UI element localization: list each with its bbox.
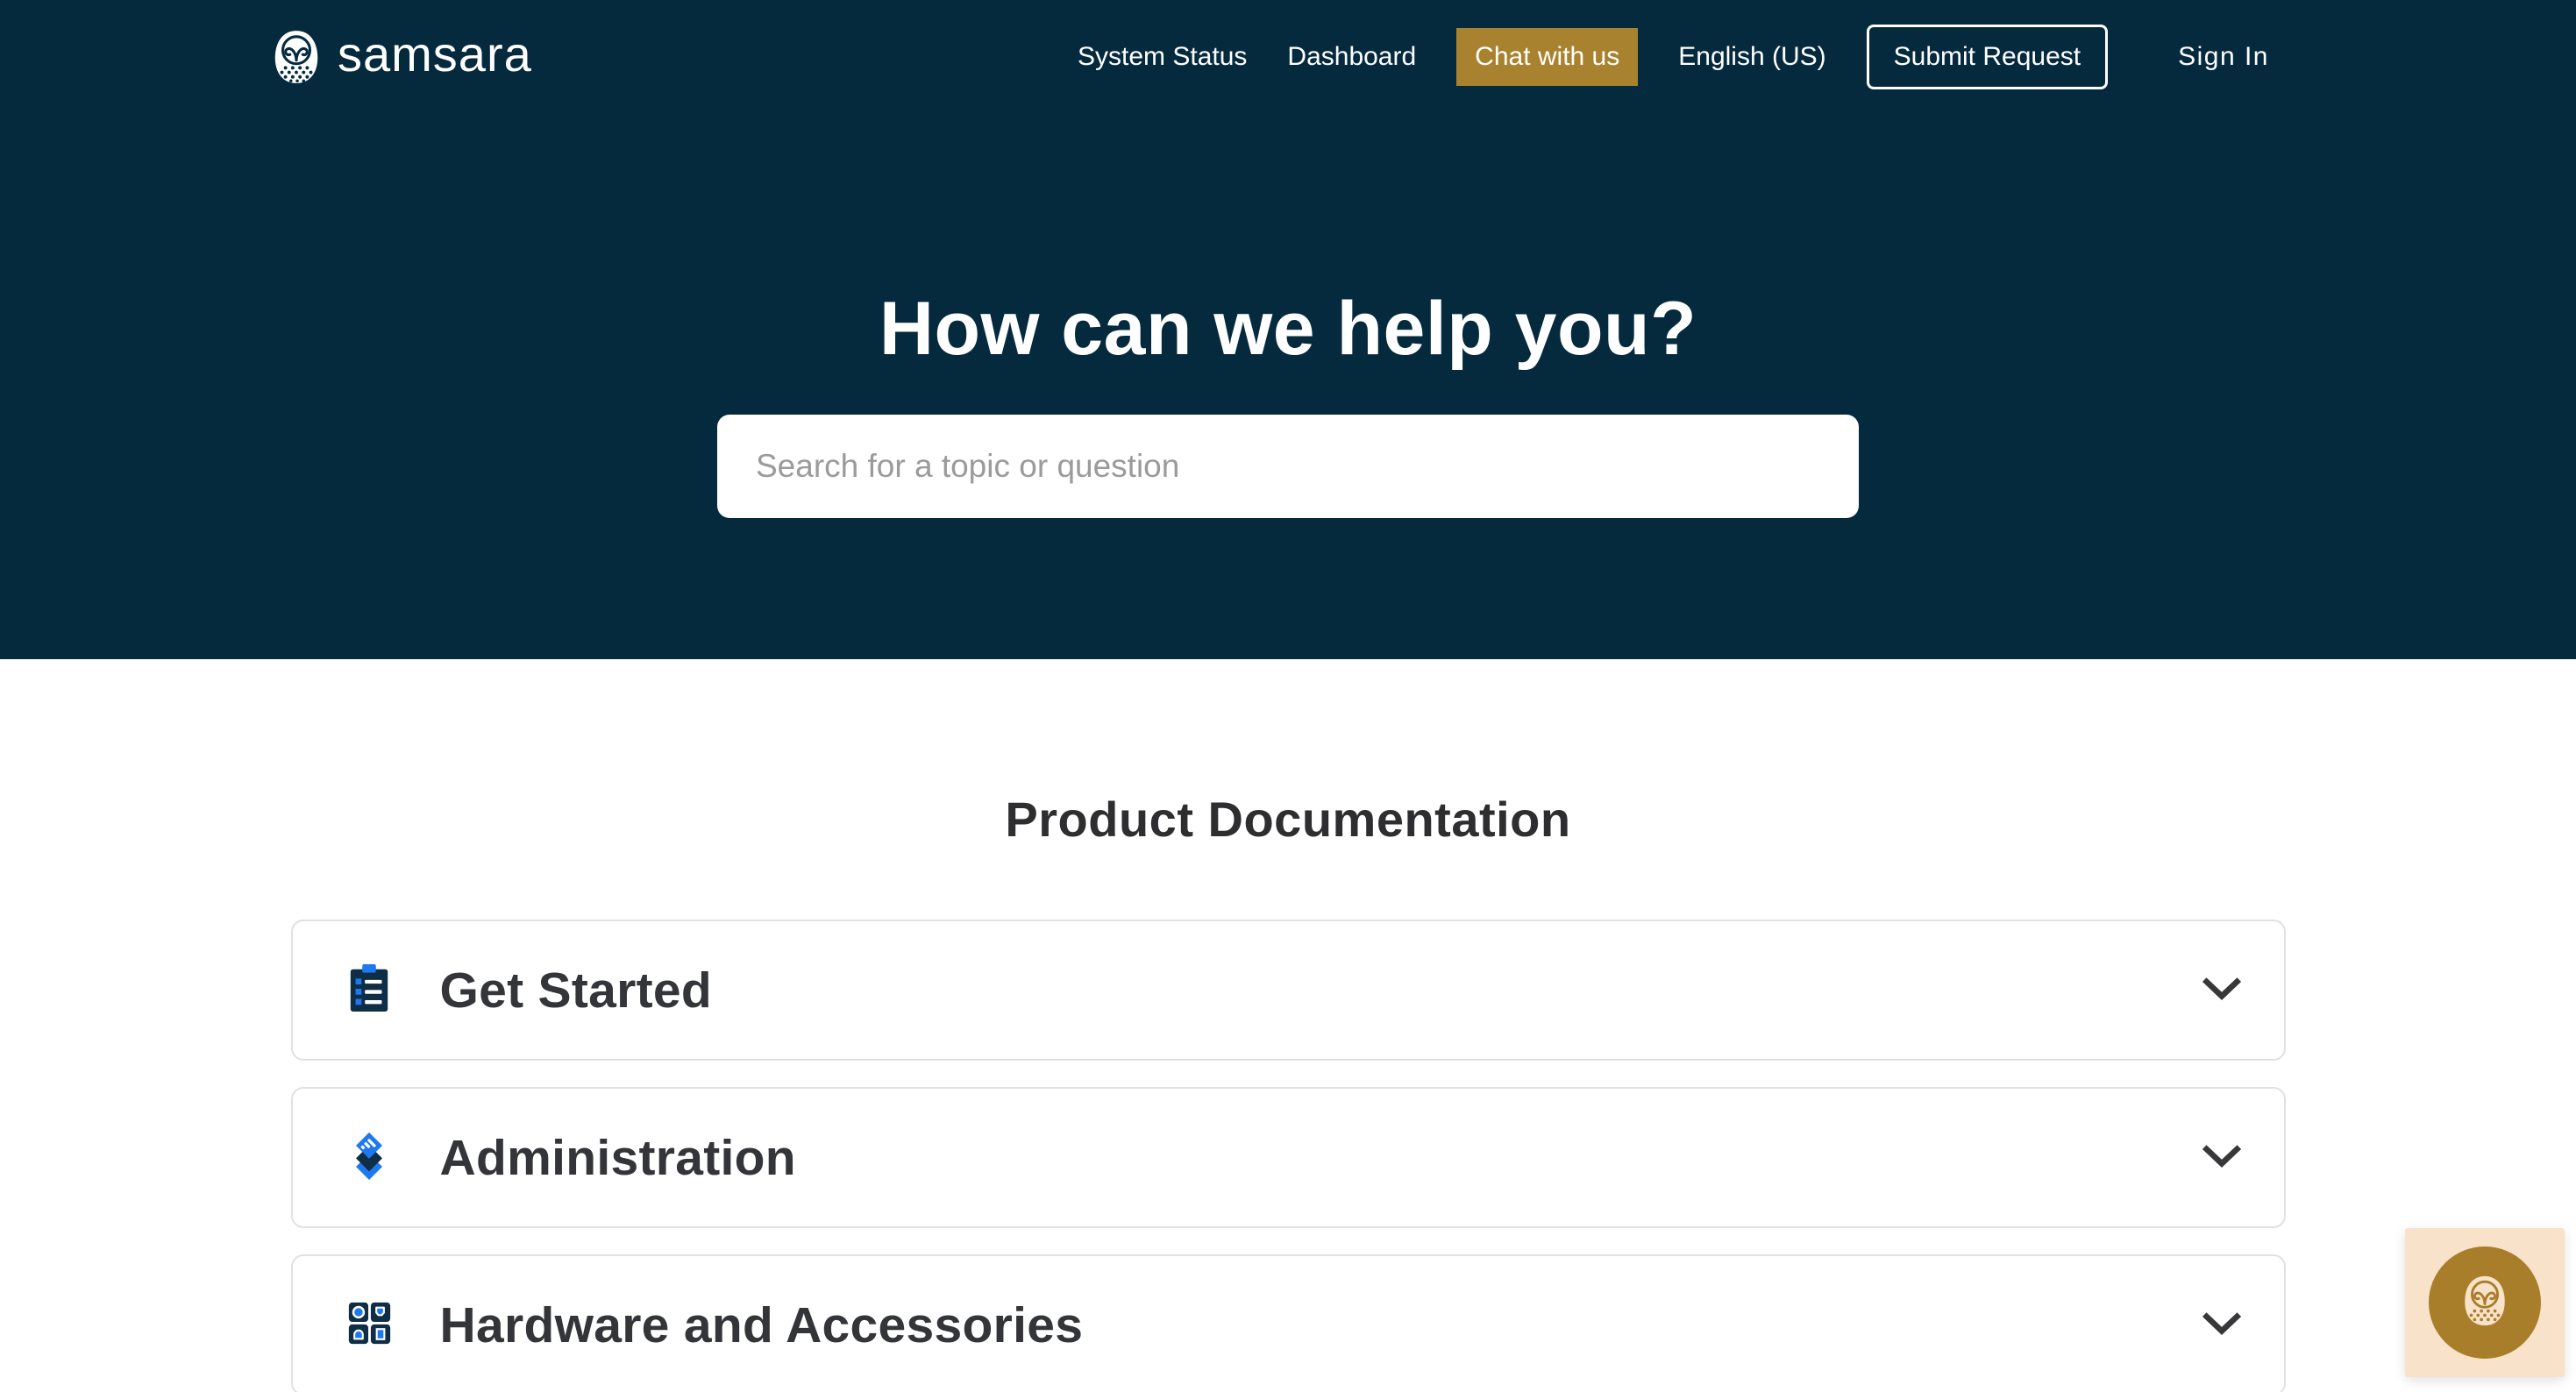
chat-launcher-circle [2429,1246,2541,1359]
search-input[interactable] [717,415,1859,518]
main-content: Product Documentation Get Started [0,791,2576,1392]
chat-launcher-button[interactable] [2405,1228,2565,1377]
chevron-down-icon [2200,1310,2244,1340]
chevron-down-icon [2200,975,2244,1005]
top-navigation: samsara System Status Dashboard Chat wit… [0,0,2576,114]
devices-grid-icon [345,1297,393,1353]
brand-wordmark: samsara [338,30,532,84]
nav-links: System Status Dashboard Chat with us Eng… [1078,25,2269,89]
samsara-owl-icon [267,27,325,87]
clipboard-checklist-icon [345,962,393,1018]
category-label: Hardware and Accessories [440,1296,1084,1354]
hero-section: samsara System Status Dashboard Chat wit… [0,0,2576,659]
nav-dashboard[interactable]: Dashboard [1287,42,1416,72]
category-card-hardware-accessories[interactable]: Hardware and Accessories [291,1254,2286,1392]
category-label: Get Started [440,962,713,1019]
nav-chat-with-us[interactable]: Chat with us [1456,28,1638,86]
sign-in-link[interactable]: Sign In [2178,42,2269,72]
nav-system-status[interactable]: System Status [1078,42,1247,72]
category-card-administration[interactable]: Administration [291,1087,2286,1228]
category-list: Get Started [291,920,2286,1392]
section-title: Product Documentation [0,791,2576,848]
hero-heading: How can we help you? [0,286,2576,373]
samsara-owl-icon [2458,1273,2512,1333]
chevron-down-icon [2200,1142,2244,1173]
nav-language-selector[interactable]: English (US) [1678,42,1825,72]
category-label: Administration [440,1129,796,1187]
samsara-logo[interactable]: samsara [267,27,532,87]
submit-request-button[interactable]: Submit Request [1867,25,2108,89]
search-container [717,415,1859,518]
layers-stack-icon [345,1130,393,1185]
category-card-get-started[interactable]: Get Started [291,920,2286,1061]
